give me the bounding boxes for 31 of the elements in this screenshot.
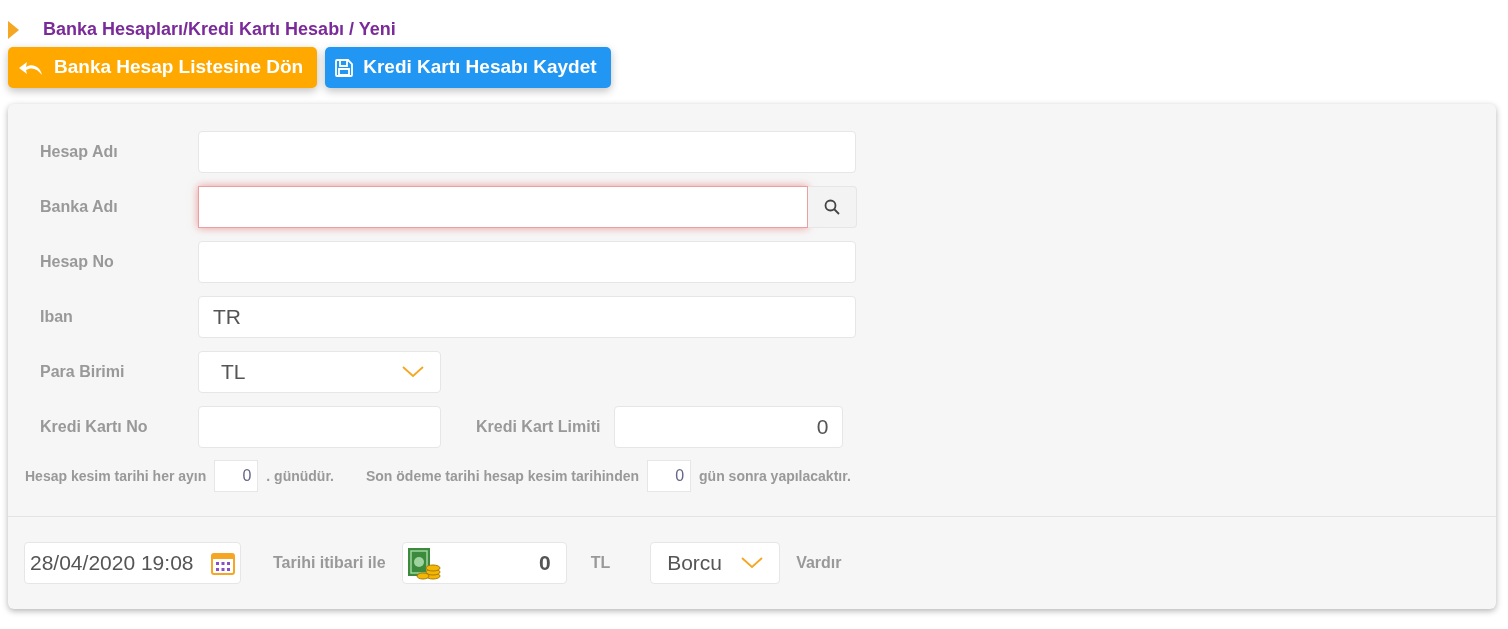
currency-label: TL	[590, 553, 611, 573]
field-label: Hesap No	[39, 251, 115, 272]
date-field[interactable]: 28/04/2020 19:08	[24, 542, 241, 584]
field-label: Hesap Adı	[39, 141, 119, 162]
statement-text: Hesap kesim tarihi her ayın	[25, 466, 207, 486]
search-icon	[824, 198, 840, 215]
day-input[interactable]: 0	[647, 460, 692, 492]
direction-select[interactable]: Borcu	[650, 542, 781, 584]
amount-field[interactable]: 0	[401, 542, 567, 584]
statement-text: Son ödeme tarihi hesap kesim tarihinden	[365, 466, 640, 486]
calendar-icon	[210, 550, 236, 576]
currency-select[interactable]: TL	[198, 350, 441, 393]
field-label: Para Birimi	[39, 361, 126, 382]
save-icon	[335, 58, 354, 77]
input-field[interactable]	[198, 185, 808, 228]
field-label: Iban	[39, 306, 74, 327]
statement-text: gün sonra yapılacaktır.	[699, 466, 851, 486]
chevron-down-icon	[741, 557, 764, 569]
field-label: Kredi Kart Limiti	[476, 416, 601, 437]
money-icon	[406, 546, 441, 580]
breadcrumb-title: Banka Hesapları/Kredi Kartı Hesabı / Yeni	[43, 18, 396, 41]
field-label: Banka Adı	[39, 196, 119, 217]
field-label: Kredi Kartı No	[39, 416, 149, 437]
day-input[interactable]: 0	[214, 460, 259, 492]
as-of-label: Tarihi itibari ile	[273, 553, 386, 573]
statement-text: . günüdür.	[266, 466, 334, 486]
search-button[interactable]	[808, 185, 857, 228]
chevron-down-icon	[402, 365, 424, 378]
input-field[interactable]: TR	[198, 295, 856, 338]
suffix-label: Vardır	[796, 553, 842, 573]
input-field[interactable]: 0	[614, 405, 844, 448]
